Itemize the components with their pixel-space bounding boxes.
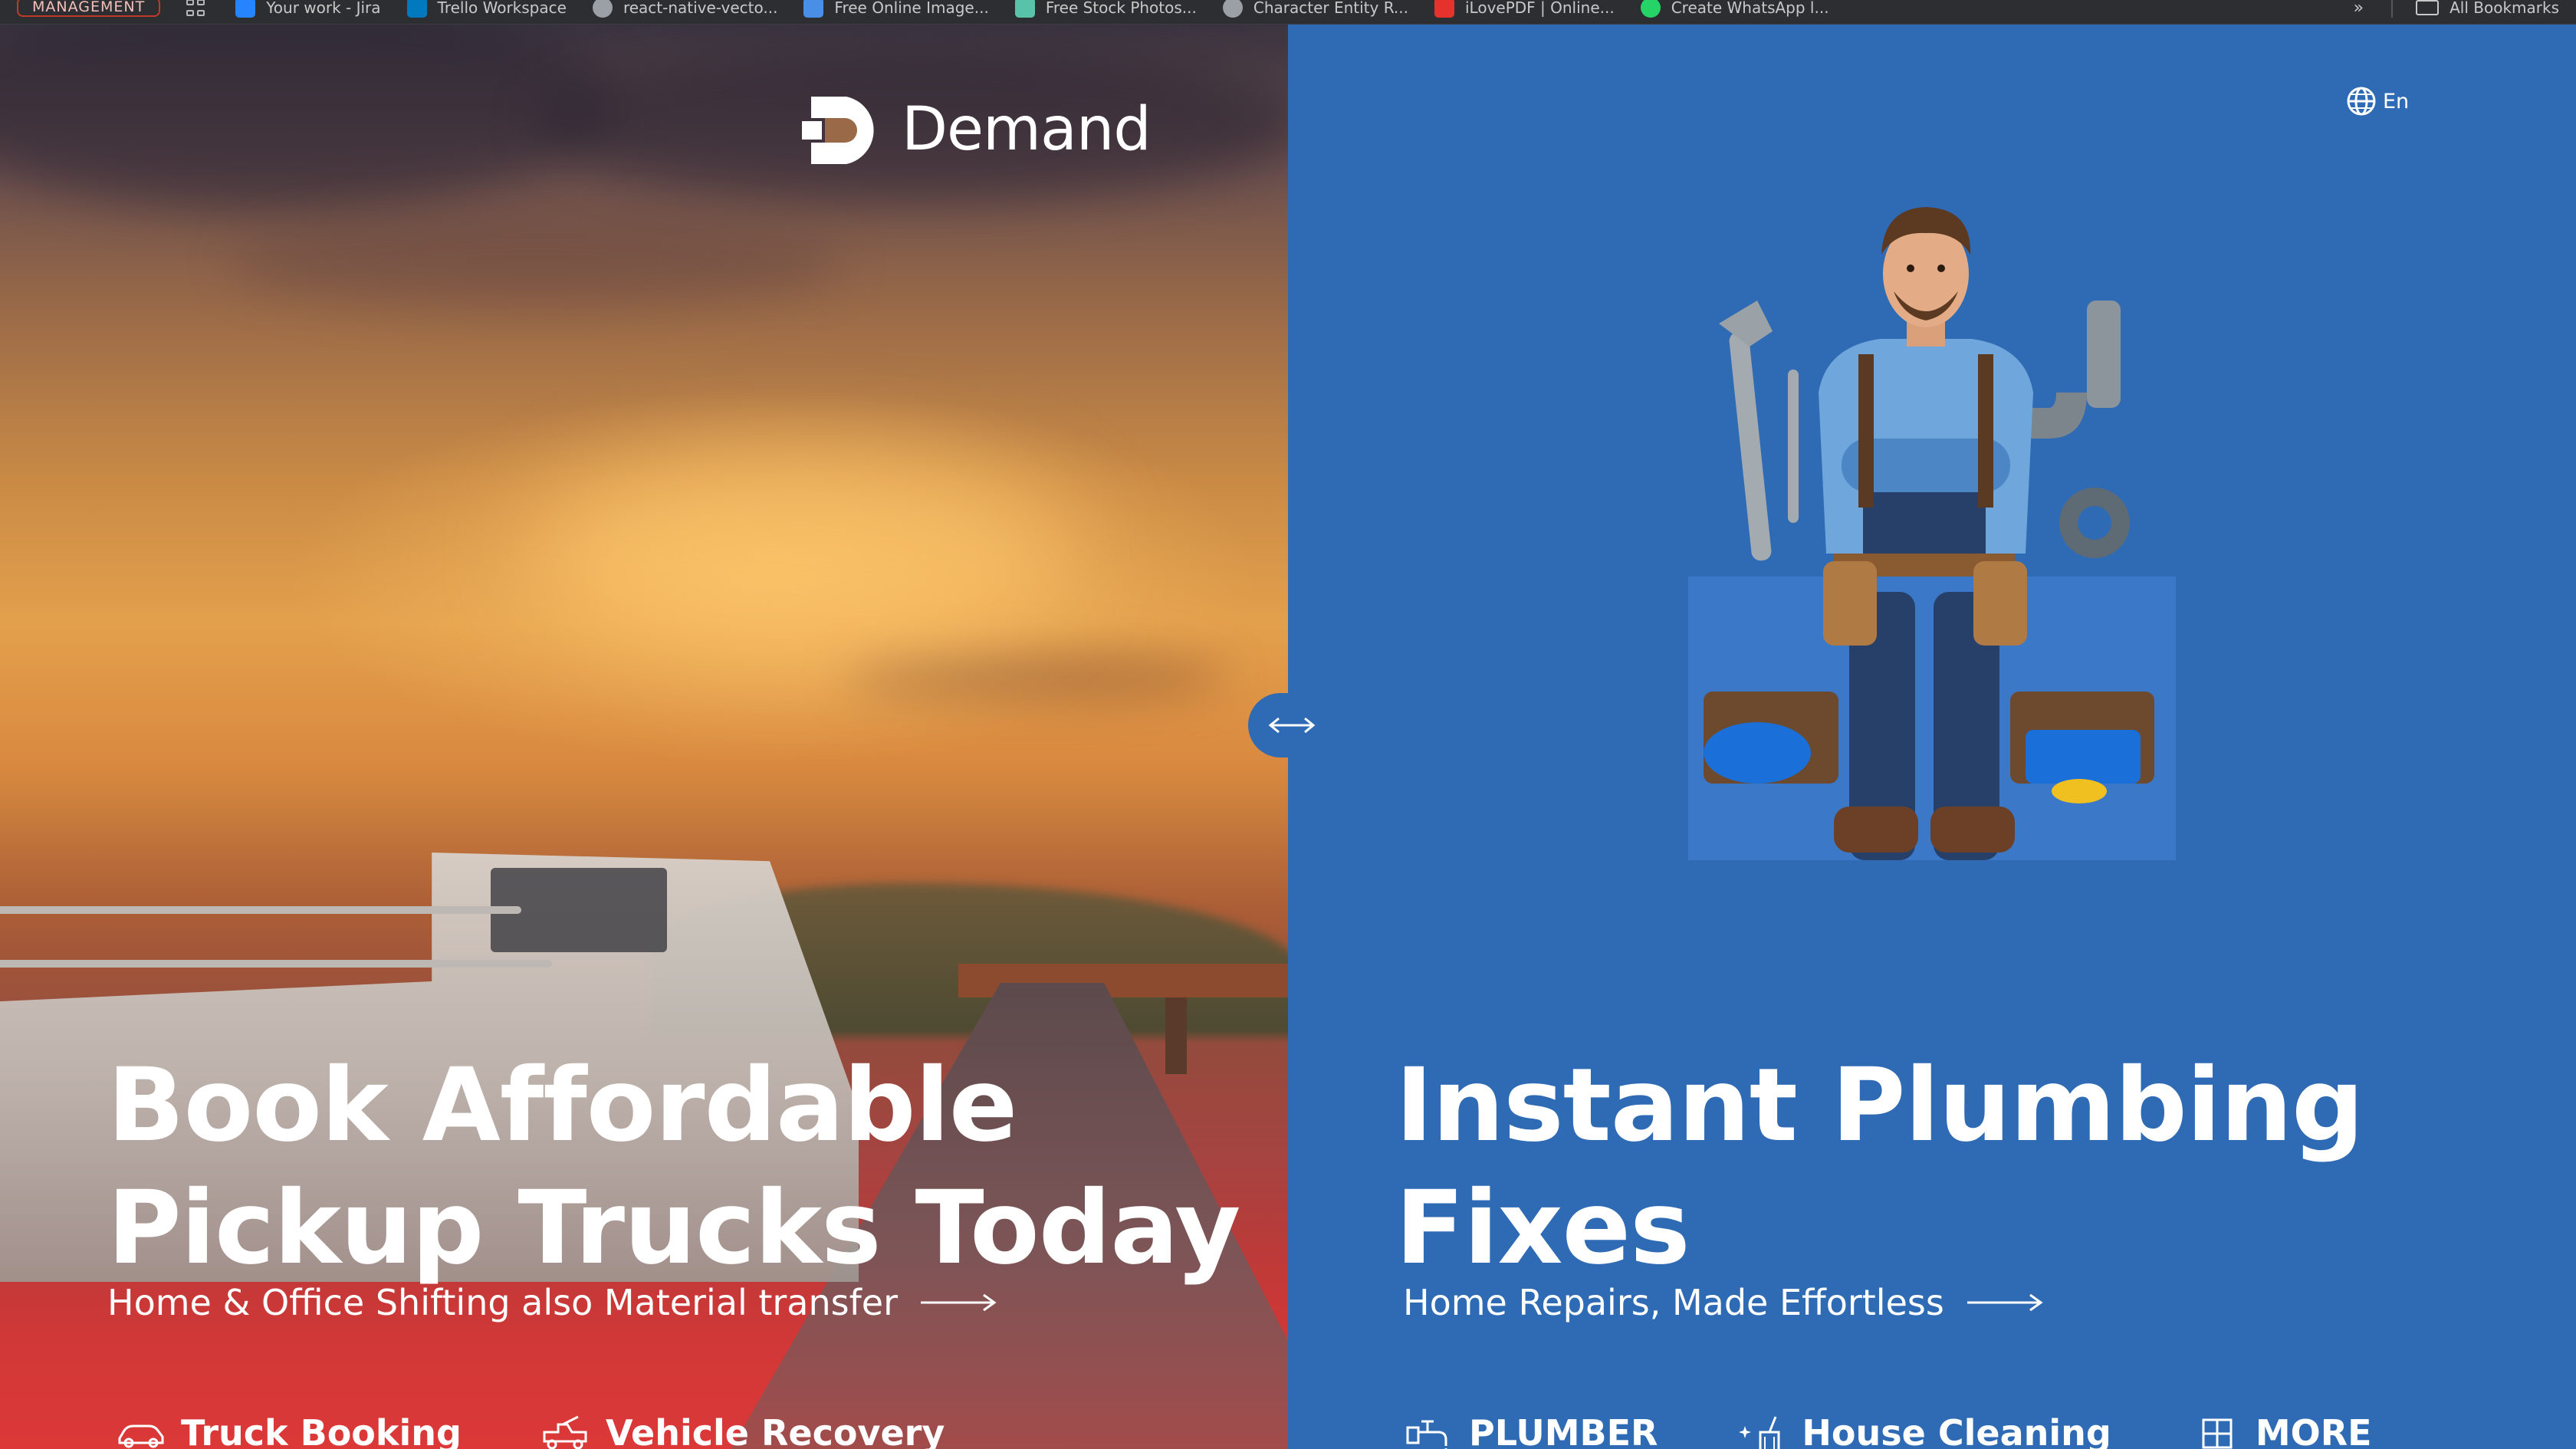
bookmark-label: iLovePDF | Online... <box>1464 0 1615 17</box>
brand-name: Demand <box>902 95 1152 164</box>
plumbing-headline: Instant Plumbing Fixes <box>1395 1044 2545 1290</box>
service-vehicle-recovery[interactable]: Vehicle Recovery <box>541 1412 945 1449</box>
faucet-icon <box>1406 1420 1447 1449</box>
demand-logo-icon <box>802 97 874 164</box>
bookmark-ilovepdf[interactable]: iLovePDF | Online... <box>1434 0 1615 18</box>
cloud <box>0 25 613 209</box>
bookmark-label: Character Entity R... <box>1253 0 1408 17</box>
brand-logo[interactable]: Demand <box>802 87 1152 172</box>
truck-rail <box>0 960 552 968</box>
landing-page: Demand Book Affordable Pickup Trucks Tod… <box>0 25 2576 1449</box>
bookmark-folder-management[interactable]: MANAGEMENT <box>17 0 161 17</box>
bookmark-label: Free Online Image... <box>834 0 989 17</box>
bookmark-label: Free Stock Photos... <box>1045 0 1197 17</box>
ilovepdf-icon <box>1434 0 1454 18</box>
bookmark-label: Create WhatsApp l... <box>1671 0 1829 17</box>
service-label: Vehicle Recovery <box>605 1412 945 1449</box>
plumbing-services: PLUMBER House Cleaning MORE <box>1405 1412 2372 1449</box>
image-tool-icon <box>803 0 824 18</box>
language-label: En <box>2383 89 2410 113</box>
folder-icon <box>2416 0 2440 15</box>
service-truck-booking[interactable]: Truck Booking <box>117 1412 462 1449</box>
car-icon <box>118 1424 164 1448</box>
bookmark-jira[interactable]: Your work - Jira <box>235 0 381 18</box>
truck-services: Truck Booking Vehicle Recovery <box>117 1412 945 1449</box>
subheading-text: Home Repairs, Made Effortless <box>1403 1282 1944 1323</box>
jira-icon <box>235 0 256 18</box>
bookmark-character-entity[interactable]: Character Entity R... <box>1222 0 1408 18</box>
service-label: MORE <box>2255 1412 2372 1449</box>
plumber-illustration <box>1688 207 2176 860</box>
bookmark-whatsapp[interactable]: Create WhatsApp l... <box>1640 0 1829 18</box>
globe-icon <box>592 0 613 18</box>
all-bookmarks-button[interactable]: All Bookmarks <box>2416 0 2559 17</box>
headline-line: Pickup Trucks Today <box>107 1169 1240 1287</box>
bookmarks-bar: MANAGEMENT Your work - Jira Trello Works… <box>0 0 2576 25</box>
all-bookmarks-label: All Bookmarks <box>2450 0 2559 17</box>
apps-grid-icon[interactable] <box>186 0 209 18</box>
grid-icon <box>2202 1418 2233 1449</box>
service-label: Truck Booking <box>181 1412 462 1449</box>
headline-line: Book Affordable <box>107 1046 1017 1165</box>
arrow-right-icon <box>1967 1293 2043 1312</box>
truck-rail <box>0 906 521 914</box>
language-selector[interactable]: En <box>2346 86 2409 117</box>
service-label: House Cleaning <box>1802 1412 2111 1449</box>
bookmark-trello[interactable]: Trello Workspace <box>406 0 567 18</box>
headline-line: Fixes <box>1395 1169 1691 1287</box>
bookmark-label: Your work - Jira <box>266 0 381 17</box>
plumbing-subheading-link[interactable]: Home Repairs, Made Effortless <box>1403 1282 2044 1323</box>
bookmark-free-stock-photos[interactable]: Free Stock Photos... <box>1014 0 1197 18</box>
stock-photo-icon <box>1014 0 1035 18</box>
globe-icon <box>2347 87 2376 116</box>
truck-service-panel[interactable]: Demand Book Affordable Pickup Trucks Tod… <box>0 25 1288 1449</box>
bookmarks-overflow-button[interactable]: » <box>2354 0 2364 18</box>
whatsapp-icon <box>1640 0 1661 18</box>
bookmarks-right: » All Bookmarks <box>2354 0 2559 18</box>
service-label: PLUMBER <box>1469 1412 1658 1449</box>
split-drag-handle[interactable] <box>1248 693 1328 757</box>
cloud <box>230 216 843 308</box>
bookmark-label: Trello Workspace <box>437 0 567 17</box>
bookmark-react-native-vector[interactable]: react-native-vecto... <box>592 0 778 18</box>
divider <box>2391 0 2394 18</box>
service-plumber[interactable]: PLUMBER <box>1405 1412 1658 1449</box>
cloud <box>843 653 1227 699</box>
bookmark-label: react-native-vecto... <box>623 0 778 17</box>
truck-subheading-link[interactable]: Home & Office Shifting also Material tra… <box>107 1282 997 1323</box>
tow-truck-icon <box>543 1415 587 1449</box>
sunset-glow <box>537 454 1073 653</box>
globe-icon <box>1222 0 1243 18</box>
cleaning-icon <box>1739 1416 1780 1449</box>
service-more[interactable]: MORE <box>2191 1412 2372 1449</box>
subheading-text: Home & Office Shifting also Material tra… <box>107 1282 899 1323</box>
headline-line: Instant Plumbing <box>1395 1046 2364 1165</box>
truck-headline: Book Affordable Pickup Trucks Today <box>107 1044 1273 1290</box>
double-arrow-icon <box>1268 717 1316 734</box>
service-house-cleaning[interactable]: House Cleaning <box>1737 1412 2111 1449</box>
trello-icon <box>406 0 427 18</box>
arrow-right-icon <box>921 1293 997 1312</box>
bookmark-free-online-image[interactable]: Free Online Image... <box>803 0 989 18</box>
